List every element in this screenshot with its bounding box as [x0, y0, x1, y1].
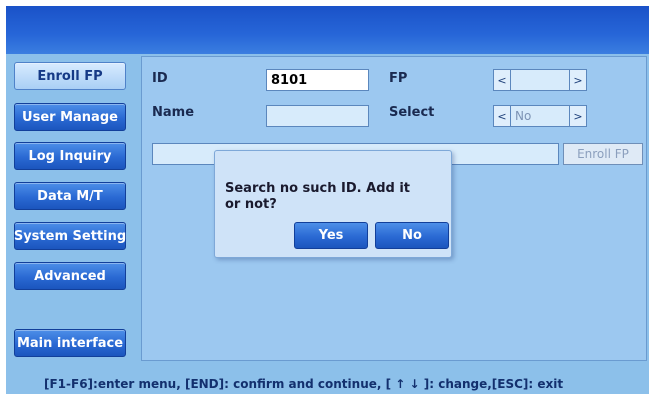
id-input[interactable]: 8101 [266, 69, 369, 91]
yes-button[interactable]: Yes [294, 222, 368, 249]
id-label: ID [152, 71, 168, 86]
menu-enroll-fp[interactable]: Enroll FP [14, 62, 126, 90]
menu-user-manage[interactable]: User Manage [14, 103, 126, 131]
menu-log-inquiry[interactable]: Log Inquiry [14, 142, 126, 170]
select-next-button[interactable]: > [569, 105, 587, 127]
select-label: Select [389, 105, 435, 120]
no-button[interactable]: No [375, 222, 449, 249]
name-input[interactable] [266, 105, 369, 127]
confirm-dialog: Search no such ID. Add it or not? Yes No [214, 150, 452, 258]
fp-next-button[interactable]: > [569, 69, 587, 91]
device-screen: Enroll FP User Manage Log Inquiry Data M… [6, 6, 649, 394]
menu-advanced[interactable]: Advanced [14, 262, 126, 290]
select-prev-button[interactable]: < [493, 105, 511, 127]
menu-data-mt[interactable]: Data M/T [14, 182, 126, 210]
name-label: Name [152, 105, 195, 120]
keyboard-hint: [F1-F6]:enter menu, [END]: confirm and c… [44, 377, 564, 391]
enroll-fp-button[interactable]: Enroll FP [563, 143, 643, 165]
menu-main-interface[interactable]: Main interface [14, 329, 126, 357]
menu-system-setting[interactable]: System Setting [14, 222, 126, 250]
header-bar [6, 6, 649, 54]
select-value: No [510, 105, 570, 127]
fp-label: FP [389, 71, 408, 86]
dialog-message: Search no such ID. Add it or not? [225, 181, 411, 212]
fp-prev-button[interactable]: < [493, 69, 511, 91]
fp-value [510, 69, 570, 91]
